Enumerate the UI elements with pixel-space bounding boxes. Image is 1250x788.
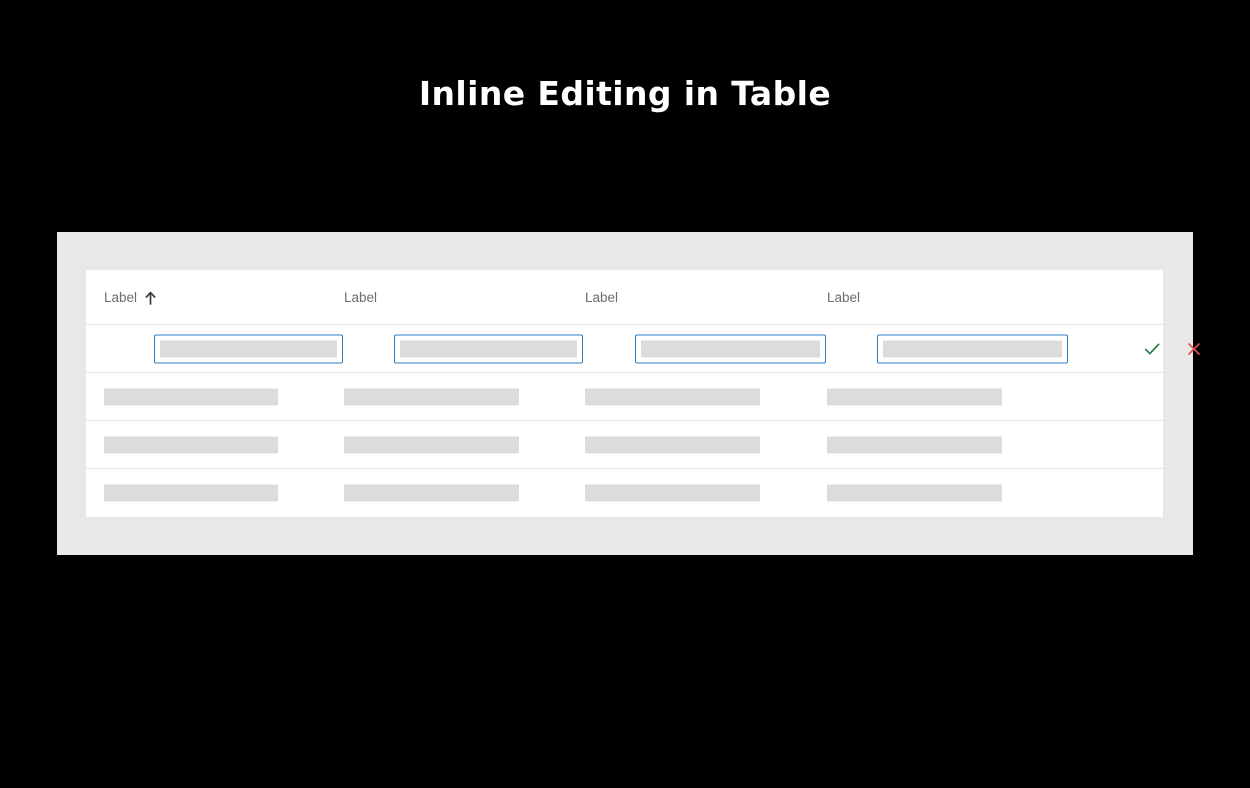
column-header-3[interactable]: Label [585,270,618,325]
edit-input-3[interactable] [635,334,826,363]
input-value-placeholder [883,340,1062,357]
cell-placeholder [344,388,519,405]
column-header-1[interactable]: Label [104,270,157,325]
arrow-up-icon[interactable] [144,291,157,305]
column-header-label: Label [585,289,619,305]
input-value-placeholder [400,340,577,357]
cell-placeholder [104,484,278,502]
cancel-edit-button[interactable] [1183,338,1205,360]
cell-placeholder [104,388,278,405]
table-row[interactable] [86,373,1163,421]
column-header-2[interactable]: Label [344,270,377,325]
edit-input-4[interactable] [877,334,1068,363]
cell-placeholder [585,436,760,453]
check-icon [1144,343,1160,354]
table-row[interactable] [86,421,1163,469]
cell-placeholder [585,484,760,502]
table-panel: Label Label Label Label [57,232,1200,555]
column-header-label: Label [344,289,378,305]
column-header-4[interactable]: Label [827,270,860,325]
cell-placeholder [344,484,519,502]
table-row[interactable] [86,469,1163,517]
edit-input-2[interactable] [394,334,583,363]
column-header-label: Label [104,289,138,305]
cell-placeholder [827,436,1002,453]
edit-input-1[interactable] [154,334,343,363]
data-table: Label Label Label Label [86,270,1200,517]
input-value-placeholder [641,340,820,357]
input-value-placeholder [160,340,337,357]
screen-canvas: Inline Editing in Table Label Label Labe… [0,0,1250,788]
page-title: Inline Editing in Table [418,74,832,113]
row-actions [1141,338,1205,360]
cell-placeholder [344,436,519,453]
close-icon [1188,342,1200,355]
confirm-edit-button[interactable] [1141,338,1163,360]
cell-placeholder [827,484,1002,502]
cell-placeholder [104,436,278,453]
cell-placeholder [827,388,1002,405]
cell-placeholder [585,388,760,405]
table-header-row: Label Label Label Label [86,270,1163,325]
column-header-label: Label [827,289,861,305]
table-row-editing [86,325,1200,373]
